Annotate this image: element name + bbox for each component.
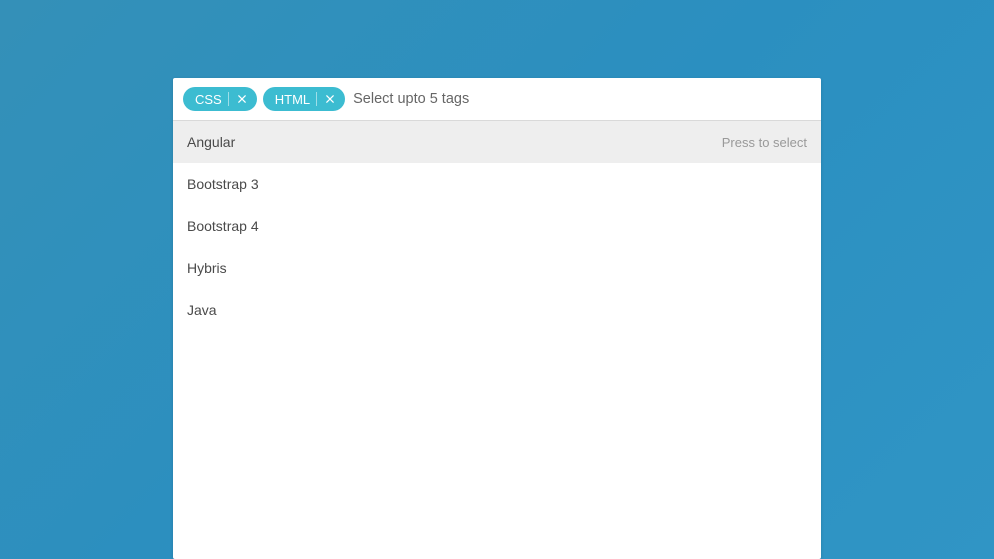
chip-divider <box>316 92 317 106</box>
close-icon[interactable] <box>323 91 339 107</box>
option-label: Hybris <box>187 260 227 276</box>
chip-divider <box>228 92 229 106</box>
option-item[interactable]: Java <box>173 289 821 331</box>
option-label: Bootstrap 4 <box>187 218 259 234</box>
option-item[interactable]: Bootstrap 4 <box>173 205 821 247</box>
options-dropdown: Angular Press to select Bootstrap 3 Boot… <box>173 121 821 331</box>
option-label: Java <box>187 302 217 318</box>
chip-label: HTML <box>275 92 310 107</box>
tag-multiselect: CSS HTML Angular Press to select Bootstr… <box>173 78 821 559</box>
selected-chip: CSS <box>183 87 257 111</box>
option-item[interactable]: Bootstrap 3 <box>173 163 821 205</box>
option-label: Angular <box>187 134 235 150</box>
option-item[interactable]: Angular Press to select <box>173 121 821 163</box>
select-hint: Press to select <box>722 135 807 150</box>
selected-tags-row[interactable]: CSS HTML <box>173 78 821 121</box>
tag-search-input[interactable] <box>351 88 811 110</box>
chip-label: CSS <box>195 92 222 107</box>
close-icon[interactable] <box>235 91 251 107</box>
option-item[interactable]: Hybris <box>173 247 821 289</box>
option-label: Bootstrap 3 <box>187 176 259 192</box>
selected-chip: HTML <box>263 87 345 111</box>
